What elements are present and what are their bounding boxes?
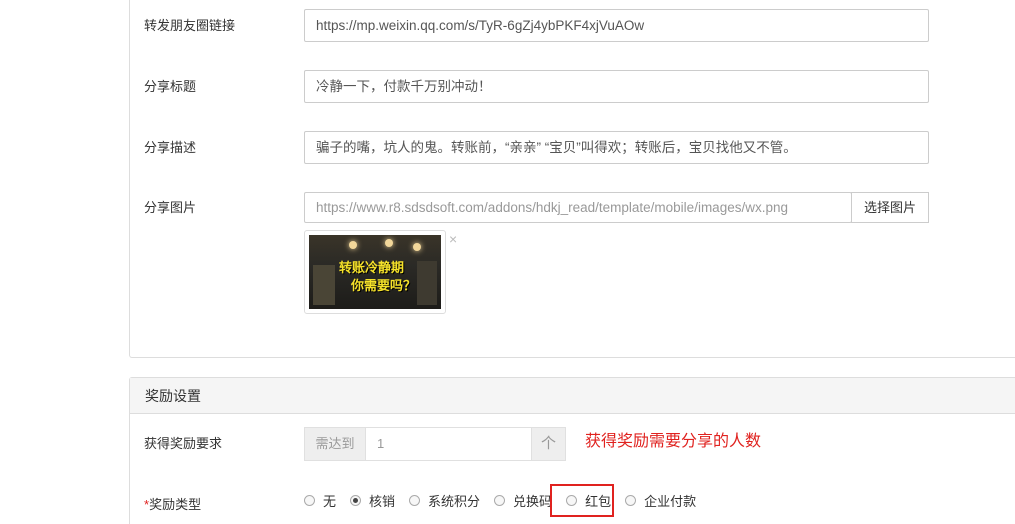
radio-redeem-code[interactable]: 兑换码 [494, 491, 552, 510]
share-count-input[interactable]: 1 [365, 427, 532, 461]
radio-system-points[interactable]: 系统积分 [409, 491, 480, 510]
thumb-shelf-right [417, 261, 437, 305]
share-title-input[interactable]: 冷静一下，付款千万别冲动！ [304, 70, 929, 103]
radio-label: 系统积分 [428, 493, 481, 509]
share-settings-panel [129, 0, 1015, 358]
radio-none[interactable]: 无 [304, 491, 336, 510]
radio-label: 兑换码 [513, 493, 553, 509]
reward-type-label-text: 奖励类型 [149, 497, 202, 512]
radio-circle-icon[interactable] [625, 494, 637, 506]
radio-circle-icon[interactable] [409, 494, 421, 506]
radio-circle-icon[interactable] [304, 494, 315, 506]
remove-image-close-icon[interactable]: × [449, 232, 457, 246]
radio-label: 企业付款 [644, 493, 697, 509]
thumb-text-line2: 你需要吗？ [351, 278, 417, 293]
reward-type-label: *奖励类型 [144, 495, 201, 515]
share-title-label: 分享标题 [144, 79, 197, 94]
radio-label: 无 [323, 493, 337, 509]
radio-circle-icon[interactable] [494, 494, 506, 506]
reward-settings-heading: 奖励设置 [130, 378, 1015, 414]
requirement-hint: 获得奖励需要分享的人数 [585, 433, 762, 450]
share-image-thumbnail: 转账冷静期 你需要吗？ [304, 230, 446, 314]
radio-verify[interactable]: 核销 [350, 491, 395, 510]
thumbnail-picture: 转账冷静期 你需要吗？ [309, 235, 441, 309]
requirement-suffix-addon: 个 [532, 427, 566, 461]
moments-link-input[interactable]: https://mp.weixin.qq.com/s/TyR-6gZj4ybPK… [304, 9, 929, 42]
thumb-lamp [413, 243, 421, 251]
share-desc-input[interactable]: 骗子的嘴，坑人的鬼。转账前，“亲亲” “宝贝”叫得欢；转账后，宝贝找他又不管。 [304, 131, 929, 164]
thumb-lamp [349, 241, 357, 249]
share-image-url-input[interactable]: https://www.r8.sdsdsoft.com/addons/hdkj_… [304, 192, 852, 223]
select-image-button[interactable]: 选择图片 [851, 192, 929, 223]
thumb-text-line1: 转账冷静期 [339, 260, 405, 275]
red-packet-highlight-box [550, 484, 614, 517]
thumb-shelf-left [313, 265, 335, 305]
moments-link-label: 转发朋友圈链接 [144, 18, 236, 33]
reward-type-radio-group: 无 核销 系统积分 兑换码 红包 企业付款 [304, 490, 710, 510]
radio-checked-icon[interactable] [350, 494, 362, 506]
radio-label: 核销 [369, 493, 396, 509]
share-image-label: 分享图片 [144, 200, 197, 215]
thumb-lamp [385, 239, 393, 247]
requirement-prefix-addon: 需达到 [304, 427, 365, 461]
share-desc-label: 分享描述 [144, 140, 197, 155]
radio-enterprise-payment[interactable]: 企业付款 [625, 491, 696, 510]
reward-requirement-label: 获得奖励要求 [144, 436, 223, 451]
